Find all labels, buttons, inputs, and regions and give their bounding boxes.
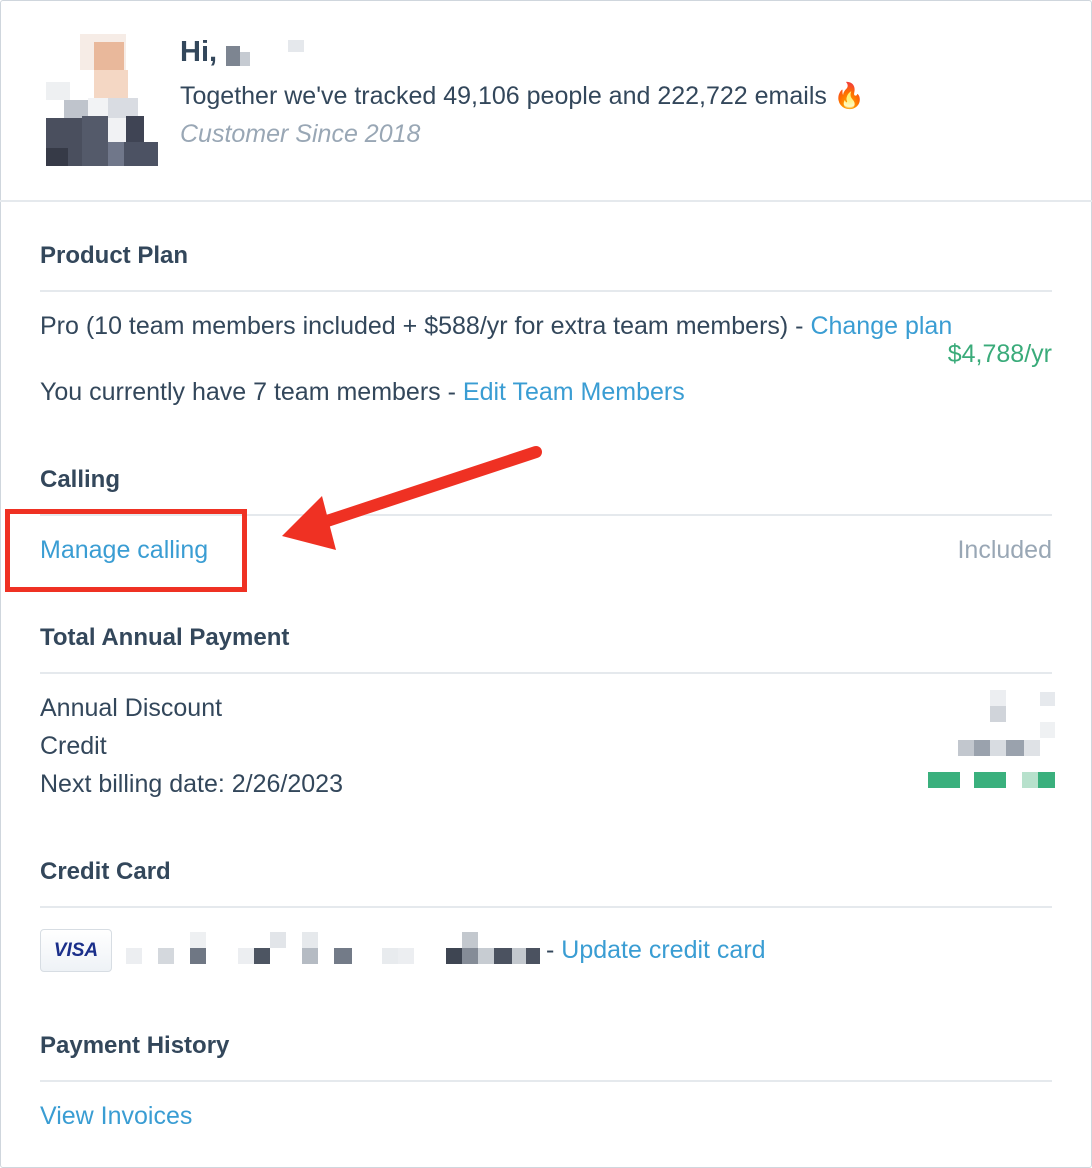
redacted-card-number (462, 948, 478, 964)
plan-price: $4,788/yr (947, 340, 1052, 368)
redacted-card-number (462, 932, 478, 948)
view-invoices-row: View Invoices (40, 1102, 192, 1131)
redacted-card-number (190, 948, 206, 964)
redacted-card-number (238, 948, 254, 964)
calling-status: Included (957, 536, 1052, 564)
redacted-amount (1038, 772, 1055, 788)
annual-discount-label: Annual Discount (40, 694, 223, 722)
redacted-amount (1024, 740, 1040, 756)
redacted-card-number (334, 948, 352, 964)
redacted-name (288, 40, 304, 52)
redacted-card-number (446, 948, 462, 964)
edit-team-members-link[interactable]: Edit Team Members (463, 378, 685, 406)
redacted-card-number (254, 948, 270, 964)
section-title-calling: Calling (40, 466, 121, 493)
change-plan-link[interactable]: Change plan (810, 312, 952, 340)
redacted-amount (990, 740, 1006, 756)
redacted-amount (928, 772, 960, 788)
redacted-name (226, 46, 240, 66)
update-card-row: - Update credit card (546, 936, 766, 965)
divider (40, 290, 1052, 292)
redacted-card-number (302, 948, 318, 964)
update-credit-card-link[interactable]: Update credit card (561, 936, 765, 964)
avatar (24, 24, 164, 166)
redacted-amount (1040, 692, 1055, 706)
section-title-total-annual-payment: Total Annual Payment (40, 624, 290, 651)
redacted-card-number (398, 948, 414, 964)
separator-text: - (546, 936, 562, 964)
team-members-row: You currently have 7 team members - Edit… (40, 378, 685, 407)
redacted-card-number (190, 932, 206, 948)
divider (40, 1080, 1052, 1082)
customer-since: Customer Since 2018 (180, 120, 421, 148)
view-invoices-link[interactable]: View Invoices (40, 1102, 192, 1130)
greeting-text: Hi, (180, 36, 218, 68)
redacted-card-number (158, 948, 174, 964)
greeting: Hi, (180, 36, 217, 69)
redacted-amount (990, 690, 1006, 706)
redacted-amount (974, 772, 1006, 788)
redacted-card-number (512, 948, 526, 964)
redacted-amount (958, 740, 974, 756)
redacted-card-number (494, 948, 512, 964)
redacted-card-number (270, 932, 286, 948)
redacted-amount (974, 740, 990, 756)
redacted-amount (990, 706, 1006, 722)
redacted-amount (1022, 772, 1038, 788)
divider (40, 906, 1052, 908)
credit-label: Credit (40, 732, 107, 760)
section-title-product-plan: Product Plan (40, 242, 189, 269)
redacted-name (240, 52, 250, 66)
redacted-card-number (126, 948, 142, 964)
redacted-card-number (526, 948, 540, 964)
divider (40, 672, 1052, 674)
section-title-payment-history: Payment History (40, 1032, 230, 1059)
redacted-card-number (302, 932, 318, 948)
tracked-summary: Together we've tracked 49,106 people and… (180, 82, 865, 110)
redacted-card-number (382, 948, 398, 964)
redacted-amount (1006, 740, 1024, 756)
annotation-highlight-box (5, 509, 247, 592)
plan-text: Pro (10 team members included + $588/yr … (40, 312, 811, 340)
redacted-card-number (478, 948, 494, 964)
section-title-credit-card: Credit Card (40, 858, 171, 885)
team-members-text: You currently have 7 team members - (40, 378, 463, 406)
visa-card-icon: VISA (40, 929, 112, 972)
redacted-amount (1040, 722, 1055, 738)
plan-description: Pro (10 team members included + $588/yr … (40, 312, 952, 341)
profile-header: Hi, Together we've tracked 49,106 people… (0, 0, 1092, 202)
next-billing-date: Next billing date: 2/26/2023 (40, 770, 343, 798)
